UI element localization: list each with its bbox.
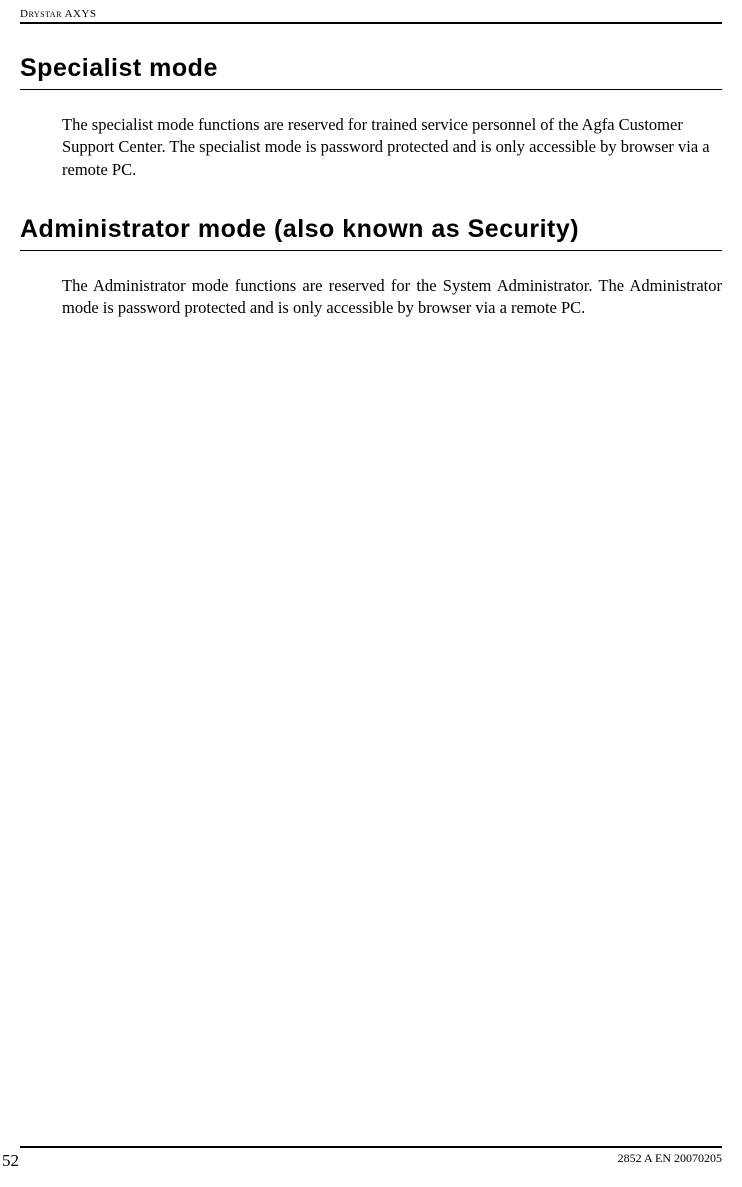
document-code: 2852 A EN 20070205 xyxy=(618,1151,722,1166)
footer-rule xyxy=(20,1146,722,1148)
section-body-specialist: The specialist mode functions are reserv… xyxy=(20,114,722,181)
section-body-administrator: The Administrator mode functions are res… xyxy=(20,275,722,320)
section-heading-specialist: Specialist mode xyxy=(20,54,722,83)
page-number: 52 xyxy=(0,1151,19,1171)
page-content: Specialist mode The specialist mode func… xyxy=(0,24,742,319)
section-rule xyxy=(20,89,722,90)
page-footer: 52 2852 A EN 20070205 xyxy=(0,1146,742,1171)
section-rule xyxy=(20,250,722,251)
page: Drystar AXYS Specialist mode The special… xyxy=(0,0,742,1187)
header-product-name: Drystar AXYS xyxy=(20,8,722,20)
section-heading-administrator: Administrator mode (also known as Securi… xyxy=(20,215,722,244)
page-header: Drystar AXYS xyxy=(0,0,742,24)
footer-row: 52 2852 A EN 20070205 xyxy=(0,1151,722,1171)
